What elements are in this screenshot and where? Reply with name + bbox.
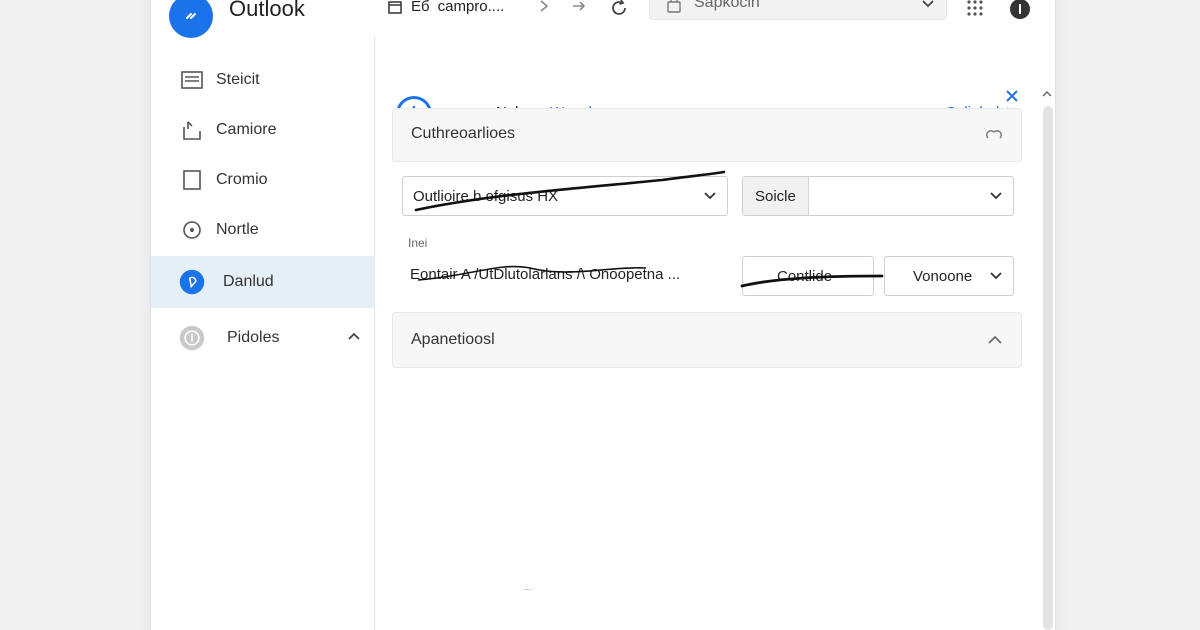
chevron-down-icon bbox=[989, 189, 1003, 208]
chevron-down-icon[interactable] bbox=[920, 0, 936, 16]
info-circle-icon bbox=[179, 325, 205, 351]
sidebar-item-steicit[interactable]: Steicit bbox=[151, 54, 375, 106]
tab-prefix: Eб bbox=[411, 0, 430, 15]
outlook-logo-icon[interactable] bbox=[169, 0, 213, 38]
share-icon bbox=[179, 117, 205, 143]
footer-mark: ... bbox=[524, 582, 532, 592]
chevron-down-icon bbox=[989, 269, 1003, 288]
refresh-icon bbox=[179, 217, 205, 243]
dropdown-value: Vonoone bbox=[913, 267, 973, 285]
address-bar[interactable]: Sapkocln bbox=[649, 0, 947, 20]
app-window: Outlook Eб campro.... Sapkocln Steicit C… bbox=[150, 0, 1056, 630]
sidebar-item-pidoles[interactable]: Pidoles bbox=[151, 312, 375, 364]
account-icon[interactable] bbox=[1009, 0, 1031, 20]
sidebar-item-label: Nortle bbox=[216, 221, 259, 238]
field-text: Contlide bbox=[777, 267, 833, 285]
sidebar-item-label: Camiore bbox=[216, 121, 277, 138]
panel-cuthreoarlioes[interactable]: Cuthreoarlioes bbox=[392, 108, 1022, 162]
outlook-select[interactable]: Outlioire b ofgisus HX bbox=[402, 176, 728, 216]
back-icon[interactable] bbox=[537, 0, 551, 14]
vonoone-dropdown[interactable]: Vonoone bbox=[884, 256, 1014, 296]
reload-icon[interactable] bbox=[609, 0, 629, 18]
chevron-up-icon[interactable] bbox=[987, 333, 1003, 352]
document-icon bbox=[179, 167, 205, 193]
address-text: Sapkocln bbox=[694, 0, 760, 11]
field-label: Inei bbox=[408, 236, 428, 250]
panel-title: Cuthreoarlioes bbox=[411, 125, 516, 142]
row-text: Eontair A /UtDlutolarlans /\ Onoopetna .… bbox=[410, 266, 681, 283]
browser-tab[interactable]: Eб campro.... bbox=[387, 0, 504, 15]
scrollbar[interactable] bbox=[1043, 106, 1053, 630]
app-title: Outlook bbox=[229, 0, 305, 21]
select-label: Soicle bbox=[755, 187, 796, 205]
sidebar-item-danlud[interactable]: Danlud bbox=[151, 256, 375, 308]
apps-grid-icon[interactable] bbox=[965, 0, 985, 18]
panel-title: Apanetioosl bbox=[411, 331, 495, 348]
chevron-down-icon bbox=[703, 189, 717, 208]
forward-arrow-icon[interactable] bbox=[571, 0, 587, 14]
sidebar-item-camiore[interactable]: Camiore bbox=[151, 104, 375, 156]
sidebar-item-label: Cromio bbox=[216, 171, 268, 188]
sidebar-item-label: Pidoles bbox=[227, 329, 280, 346]
soicle-select[interactable]: Soicle bbox=[742, 176, 1014, 216]
sidebar-item-label: Danlud bbox=[223, 273, 274, 290]
sidebar: Steicit Camiore Cromio Nortle Danlud Pid… bbox=[151, 36, 375, 630]
lock-icon bbox=[666, 0, 682, 19]
scroll-up-icon[interactable] bbox=[1042, 86, 1052, 104]
sidebar-item-nortle[interactable]: Nortle bbox=[151, 204, 375, 256]
sidebar-item-label: Steicit bbox=[216, 71, 260, 88]
panel-apanetioosl[interactable]: Apanetioosl bbox=[392, 312, 1022, 368]
inbox-icon bbox=[179, 67, 205, 93]
chevron-up-icon[interactable] bbox=[347, 329, 361, 348]
contlide-field[interactable]: Contlide bbox=[742, 256, 874, 296]
tab-label: campro.... bbox=[437, 0, 505, 15]
main-content: Nol Wapal Salipled Cuthreoarlioes Outlio… bbox=[376, 36, 1057, 630]
pin-icon bbox=[179, 269, 205, 295]
top-bar: Outlook Eб campro.... Sapkocln bbox=[151, 0, 1057, 38]
folder-icon bbox=[388, 0, 402, 14]
select-value: Outlioire b ofgisus HX bbox=[413, 187, 559, 205]
cloud-icon[interactable] bbox=[985, 127, 1003, 146]
sidebar-item-cromio[interactable]: Cromio bbox=[151, 154, 375, 206]
